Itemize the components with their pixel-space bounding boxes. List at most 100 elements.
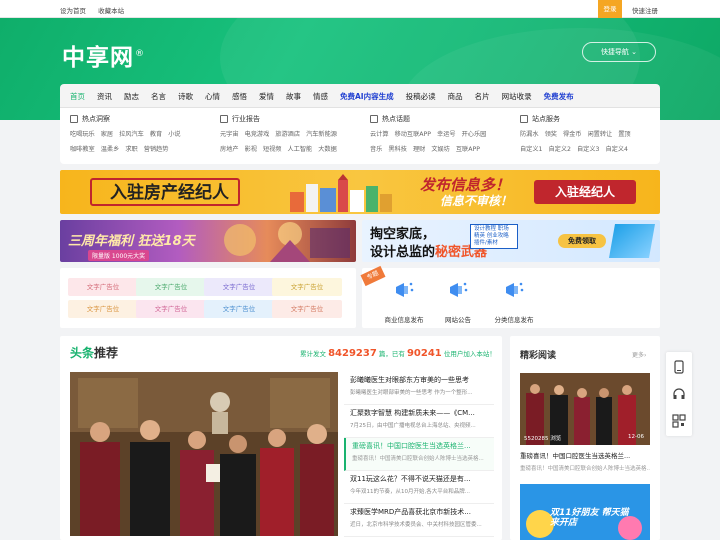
nav-item-home[interactable]: 首页 (70, 91, 85, 102)
service-item[interactable]: 商业信息发布 (374, 278, 434, 324)
subnav-link[interactable]: 温柔乡 (101, 146, 120, 153)
ad-banner-anniversary[interactable]: 三周年福利 狂送18天 限量版 1000元大奖 (60, 220, 356, 262)
set-home-link[interactable]: 设为首页 (60, 7, 86, 15)
subnav-link[interactable]: 云计算 (370, 131, 389, 138)
subnav-link[interactable]: 短视频 (263, 146, 282, 153)
subnav-link[interactable]: 自定义3 (577, 146, 600, 153)
subnav-link[interactable]: 旅游酒店 (275, 131, 300, 138)
nav-item[interactable]: 名片 (475, 91, 490, 102)
join-agent-button[interactable]: 入驻经纪人 (534, 180, 636, 204)
nav-item[interactable]: 网站收录 (502, 91, 532, 102)
list-item-active[interactable]: 重磅喜讯！中国口腔医生当选英格兰... 重磅喜讯！中国清美口腔联合创始人陈博士当选… (344, 438, 494, 471)
subnav-link[interactable]: 家居 (101, 131, 113, 138)
text-ad-slot[interactable]: 文字广告位 (136, 300, 206, 318)
subnav-link[interactable]: 黑科技 (388, 146, 407, 153)
text-ad-slot[interactable]: 文字广告位 (272, 278, 342, 296)
nav-item[interactable]: 情感 (313, 91, 328, 102)
nav-item[interactable]: 投稿必读 (406, 91, 436, 102)
banner-tags: 设计教程 职场精英 创业攻略 插件/素材 (470, 224, 518, 249)
subnav-link[interactable]: 营销趋势 (144, 146, 169, 153)
service-item[interactable]: 网站公告 (428, 278, 488, 324)
subnav-link[interactable]: 防漏水 (520, 131, 539, 138)
text-ad-slot[interactable]: 文字广告位 (68, 300, 138, 318)
subnav-link[interactable]: 大数据 (318, 146, 337, 153)
nav-item[interactable]: 励志 (124, 91, 139, 102)
promo-image[interactable]: 双11好朋友 帮天猫来开店 (520, 484, 650, 540)
subnav-link[interactable]: 移动互联APP (395, 131, 431, 138)
promo-text: 双11好朋友 帮天猫来开店 (550, 508, 629, 528)
item-desc: 彭曦曦医生对眼部审美的一些思考 作为一个整形... (350, 390, 473, 396)
item-title[interactable]: 彭曦曦医生对眼部东方审美的一些思考 (350, 375, 494, 385)
subnav-link[interactable]: 教育 (150, 131, 162, 138)
subnav-link[interactable]: 求职 (125, 146, 137, 153)
logo-mark: ® (135, 49, 145, 60)
subnav-link[interactable]: 咖啡教室 (70, 146, 95, 153)
subnav-link[interactable]: 幸运号 (437, 131, 456, 138)
nav-item[interactable]: 心情 (205, 91, 220, 102)
login-button[interactable]: 登录 (598, 0, 622, 18)
nav-item-ai[interactable]: 免费AI内容生成 (340, 91, 394, 102)
subnav-link[interactable]: 自定义1 (520, 146, 543, 153)
subnav-link[interactable]: 领奖 (545, 131, 557, 138)
subnav-link[interactable]: 置顶 (618, 131, 630, 138)
item-title[interactable]: 双11玩这么花？不得不说天猫还是有... (350, 474, 494, 484)
text-ad-slot[interactable]: 文字广告位 (136, 278, 206, 296)
subnav-column: 热点话题 云计算 移动互联APP 幸运号 开心乐园 音乐 黑科技 理财 文娱坊 互联APP (370, 114, 492, 159)
subnav-link[interactable]: 影视 (245, 146, 257, 153)
nav-item[interactable]: 爱情 (259, 91, 274, 102)
item-title[interactable]: 汇聚数字智慧 构建新质未来——《CM... (350, 408, 494, 418)
subnav-link[interactable]: 人工智能 (288, 146, 313, 153)
subnav-link[interactable]: 元宇宙 (220, 131, 239, 138)
subnav-link[interactable]: 文娱坊 (431, 146, 450, 153)
text-ad-slot[interactable]: 文字广告位 (68, 278, 138, 296)
ad-banner-realestate[interactable]: 入驻房产经纪人 发布信息多！ 信息不审核！ 入驻经纪人 (60, 170, 660, 214)
user-count: 90241 (406, 348, 442, 359)
list-item[interactable]: 彭曦曦医生对眼部东方审美的一些思考彭曦曦医生对眼部审美的一些思考 作为一个整形.… (344, 372, 494, 405)
text-ad-slot[interactable]: 文字广告位 (272, 300, 342, 318)
list-item[interactable]: 求臻医学MRD产品喜获北京市新技术... 近日，北京市科学技术委员会、中关村科技园… (344, 504, 494, 537)
nav-item[interactable]: 故事 (286, 91, 301, 102)
banner-left-text: 入驻房产经纪人 (110, 183, 229, 203)
text-ad-slot[interactable]: 文字广告位 (204, 300, 274, 318)
headline-photo[interactable] (70, 372, 338, 536)
subnav-link[interactable]: 闲置转让 (588, 131, 613, 138)
subnav-link[interactable]: 拉风汽车 (119, 131, 144, 138)
quick-nav-label: 快捷导航 (600, 48, 629, 56)
ad-banner-design[interactable]: 掏空家底， 设计总监的秘密武器 设计教程 职场精英 创业攻略 插件/素材 免费领… (362, 220, 660, 262)
more-link[interactable]: 更多› (632, 350, 646, 359)
featured-caption[interactable]: 重磅喜讯！中国口腔医生当选英格兰... (520, 450, 650, 460)
mobile-icon[interactable] (672, 360, 686, 374)
subnav-link[interactable]: 理财 (413, 146, 425, 153)
subnav-link[interactable]: 自定义4 (606, 146, 629, 153)
free-claim-button[interactable]: 免费领取 (558, 234, 606, 248)
subnav-link[interactable]: 音乐 (370, 146, 382, 153)
site-logo[interactable]: 中享网® (62, 38, 145, 72)
nav-item-free-publish[interactable]: 免费发布 (544, 91, 574, 102)
subnav-link[interactable]: 互联APP (456, 146, 480, 153)
nav-item[interactable]: 资讯 (97, 91, 112, 102)
nav-item[interactable]: 诗歌 (178, 91, 193, 102)
service-item[interactable]: 分类信息发布 (484, 278, 544, 324)
subnav-link[interactable]: 自定义2 (549, 146, 572, 153)
nav-item[interactable]: 感悟 (232, 91, 247, 102)
subnav-link[interactable]: 房地产 (220, 146, 239, 153)
subnav-link[interactable]: 小说 (168, 131, 180, 138)
quick-register-link[interactable]: 快速注册 (632, 5, 658, 15)
subnav-link[interactable]: 电竞游戏 (245, 131, 270, 138)
subnav-link[interactable]: 汽车新能源 (306, 131, 337, 138)
headset-icon[interactable] (672, 387, 686, 401)
subnav-link[interactable]: 开心乐园 (462, 131, 487, 138)
item-title[interactable]: 重磅喜讯！中国口腔医生当选英格兰... (352, 441, 494, 451)
list-item[interactable]: 双11玩这么花？不得不说天猫还是有... 今年双11的节奏，从10月开始,各大平台… (344, 471, 494, 504)
bookmark-link[interactable]: 收藏本站 (98, 7, 124, 15)
quick-nav-button[interactable]: 快捷导航 ⌄ (582, 42, 656, 62)
main-nav: 首页 资讯 励志 名言 诗歌 心情 感悟 爱情 故事 情感 免费AI内容生成 投… (60, 84, 660, 108)
item-title[interactable]: 求臻医学MRD产品喜获北京市新技术... (350, 507, 494, 517)
list-item[interactable]: 汇聚数字智慧 构建新质未来——《CM... 7月25日，由中国广播电视总台上海总站… (344, 405, 494, 438)
nav-item[interactable]: 商品 (448, 91, 463, 102)
nav-item[interactable]: 名言 (151, 91, 166, 102)
qrcode-icon[interactable] (672, 414, 686, 428)
subnav-link[interactable]: 吃喝玩乐 (70, 131, 95, 138)
text-ad-slot[interactable]: 文字广告位 (204, 278, 274, 296)
subnav-link[interactable]: 得金币 (563, 131, 582, 138)
